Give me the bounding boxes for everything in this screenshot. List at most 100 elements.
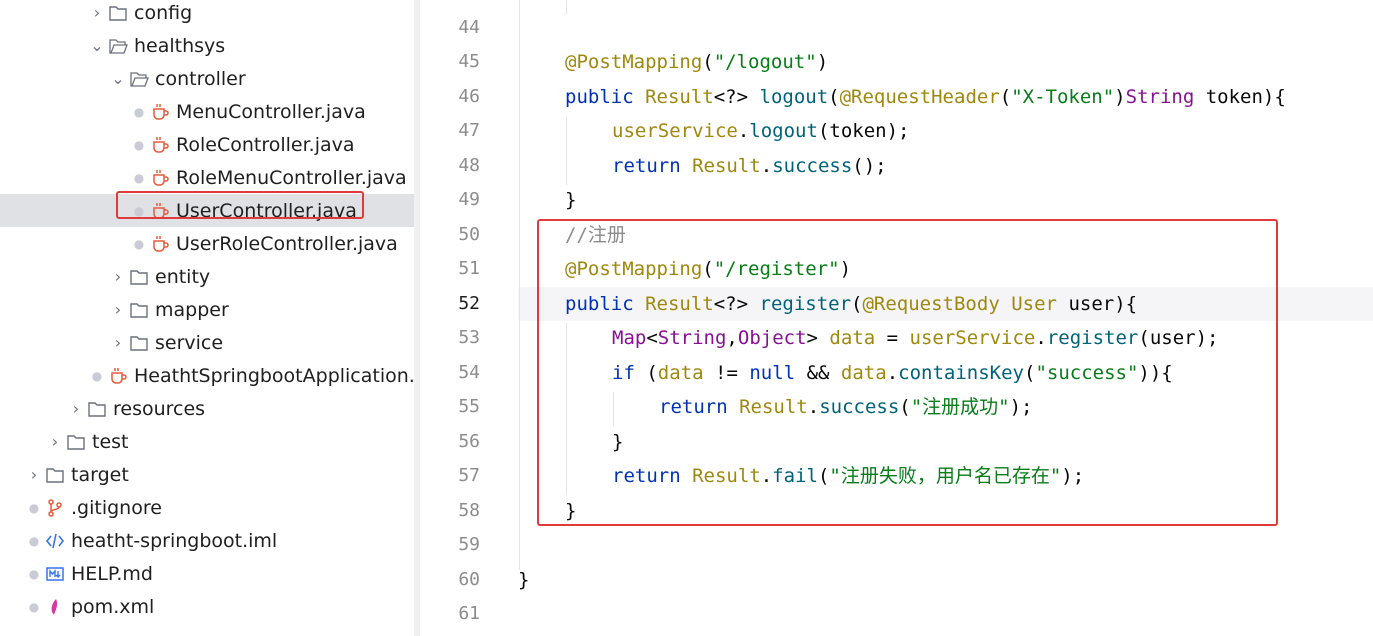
maven-icon xyxy=(45,597,65,617)
tree-item-label: HELP.md xyxy=(71,562,153,585)
line-number: 46 xyxy=(458,86,480,107)
chevron-right-icon[interactable]: › xyxy=(27,465,41,484)
bullet-icon: ● xyxy=(28,533,40,548)
tree-item-label: controller xyxy=(155,67,246,90)
folder-icon xyxy=(45,465,65,485)
tree-item-label: test xyxy=(92,430,129,453)
line-number: 45 xyxy=(458,51,480,72)
line-number: 51 xyxy=(458,258,480,279)
tree-item-application[interactable]: ● HeathtSpringbootApplication.j... xyxy=(0,359,414,392)
line-number: 49 xyxy=(458,189,480,210)
bullet-icon: ● xyxy=(133,137,145,152)
line-number-current: 52 xyxy=(458,293,480,314)
chevron-right-icon[interactable]: › xyxy=(48,432,62,451)
line-number: 55 xyxy=(458,396,480,417)
xml-icon xyxy=(45,531,65,551)
line-number: 50 xyxy=(458,224,480,245)
bullet-icon: ● xyxy=(28,566,40,581)
code-line[interactable]: @PostMapping("/logout") xyxy=(518,45,828,79)
bullet-icon: ● xyxy=(133,170,145,185)
java-class-icon xyxy=(108,366,128,386)
chevron-right-icon[interactable]: › xyxy=(111,267,125,286)
tree-item-label: service xyxy=(155,331,224,354)
tree-item-service[interactable]: › service xyxy=(0,326,414,359)
java-class-icon xyxy=(150,234,170,254)
tree-item-label: target xyxy=(71,463,129,486)
bullet-icon: ● xyxy=(133,104,145,119)
chevron-right-icon[interactable]: › xyxy=(90,3,104,22)
java-class-icon xyxy=(150,135,170,155)
tree-item-label: HeathtSpringbootApplication.j... xyxy=(134,364,414,387)
code-line[interactable]: return Result.success(); xyxy=(518,149,887,183)
line-number: 47 xyxy=(458,120,480,141)
java-class-icon xyxy=(150,168,170,188)
bullet-icon: ● xyxy=(133,236,145,251)
tree-item-label: RoleController.java xyxy=(176,133,355,156)
line-number: 57 xyxy=(458,465,480,486)
folder-open-icon xyxy=(129,69,149,89)
chevron-right-icon[interactable]: › xyxy=(69,399,83,418)
markdown-icon xyxy=(45,564,65,584)
indent-guide xyxy=(566,0,567,14)
line-number: 61 xyxy=(458,603,480,624)
line-number: 44 xyxy=(458,17,480,38)
line-number: 54 xyxy=(458,362,480,383)
tree-item-label: UserRoleController.java xyxy=(176,232,398,255)
chevron-right-icon[interactable]: › xyxy=(111,333,125,352)
code-editor[interactable]: 44 45 46 47 48 49 50 51 52 53 54 55 56 5… xyxy=(420,0,1373,636)
tree-item-label: MenuController.java xyxy=(176,100,366,123)
folder-icon xyxy=(108,3,128,23)
tree-item-rolecontroller[interactable]: ● RoleController.java xyxy=(0,128,414,161)
folder-icon xyxy=(129,333,149,353)
tree-item-gitignore[interactable]: ● .gitignore xyxy=(0,491,414,524)
tree-item-label: healthsys xyxy=(134,34,226,57)
folder-icon xyxy=(66,432,86,452)
folder-open-icon xyxy=(108,36,128,56)
java-class-icon xyxy=(150,102,170,122)
tree-item-mapper[interactable]: › mapper xyxy=(0,293,414,326)
tree-item-label: heatht-springboot.iml xyxy=(71,529,278,552)
annotation-box xyxy=(537,219,1278,526)
tree-item-label: mapper xyxy=(155,298,229,321)
chevron-right-icon[interactable]: › xyxy=(111,300,125,319)
chevron-down-icon[interactable]: ⌄ xyxy=(90,36,104,55)
bullet-icon: ● xyxy=(28,500,40,515)
tree-item-menucontroller[interactable]: ● MenuController.java xyxy=(0,95,414,128)
line-number: 53 xyxy=(458,327,480,348)
tree-item-label: entity xyxy=(155,265,211,288)
tree-item-rolemenucontroller[interactable]: ● RoleMenuController.java xyxy=(0,161,414,194)
line-number: 59 xyxy=(458,534,480,555)
tree-item-iml[interactable]: ● heatht-springboot.iml xyxy=(0,524,414,557)
tree-item-help-md[interactable]: ● HELP.md xyxy=(0,557,414,590)
chevron-down-icon[interactable]: ⌄ xyxy=(111,69,125,88)
git-icon xyxy=(45,498,65,518)
bullet-icon: ● xyxy=(28,599,40,614)
code-line[interactable]: public Result<?> logout(@RequestHeader("… xyxy=(518,80,1286,114)
tree-item-label: resources xyxy=(113,397,206,420)
line-number: 60 xyxy=(458,569,480,590)
tree-item-resources[interactable]: › resources xyxy=(0,392,414,425)
tree-item-pom[interactable]: ● pom.xml xyxy=(0,590,414,623)
line-number: 48 xyxy=(458,155,480,176)
line-number: 56 xyxy=(458,431,480,452)
project-tree: › config ⌄ healthsys ⌄ controller ● Menu… xyxy=(0,0,414,636)
tree-item-label: RoleMenuController.java xyxy=(176,166,407,189)
line-number: 58 xyxy=(458,500,480,521)
tree-item-label: .gitignore xyxy=(71,496,162,519)
bullet-icon: ● xyxy=(91,368,103,383)
folder-icon xyxy=(87,399,107,419)
code-line[interactable]: } xyxy=(518,183,576,217)
tree-item-entity[interactable]: › entity xyxy=(0,260,414,293)
tree-item-target[interactable]: › target xyxy=(0,458,414,491)
tree-item-label: pom.xml xyxy=(71,595,155,618)
tree-item-healthsys[interactable]: ⌄ healthsys xyxy=(0,29,414,62)
tree-item-test[interactable]: › test xyxy=(0,425,414,458)
tree-item-label: config xyxy=(134,1,193,24)
folder-icon xyxy=(129,267,149,287)
tree-item-userrolecontroller[interactable]: ● UserRoleController.java xyxy=(0,227,414,260)
tree-item-controller[interactable]: ⌄ controller xyxy=(0,62,414,95)
code-line[interactable]: } xyxy=(518,563,529,597)
code-line[interactable]: userService.logout(token); xyxy=(518,114,909,148)
highlight-box xyxy=(116,191,364,219)
tree-item-config[interactable]: › config xyxy=(0,0,414,29)
